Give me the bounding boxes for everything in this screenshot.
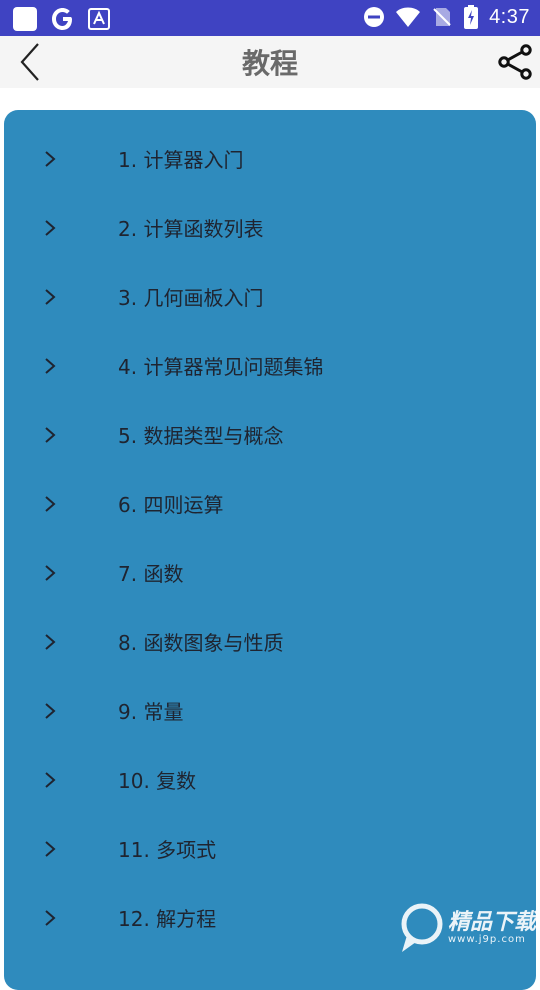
list-item-label: 1. 计算器入门 (118, 144, 243, 173)
list-item[interactable]: 10. 复数 (4, 745, 536, 814)
list-item[interactable]: 11. 多项式 (4, 814, 536, 883)
status-time: 4:37 (489, 6, 530, 29)
watermark-logo-icon (398, 902, 444, 954)
back-button[interactable] (8, 42, 52, 82)
chevron-right-icon (44, 357, 84, 375)
list-item[interactable]: 6. 四则运算 (4, 469, 536, 538)
list-item-label: 3. 几何画板入门 (118, 282, 263, 311)
list-item[interactable]: 7. 函数 (4, 538, 536, 607)
app-square-icon (12, 6, 38, 32)
chevron-right-icon (44, 840, 84, 858)
list-item-label: 6. 四则运算 (118, 489, 223, 518)
battery-charging-icon (463, 5, 479, 29)
list-item-label: 12. 解方程 (118, 903, 216, 932)
wifi-icon (395, 6, 421, 28)
chevron-right-icon (44, 702, 84, 720)
list-item[interactable]: 1. 计算器入门 (4, 124, 536, 193)
do-not-disturb-icon (363, 6, 385, 28)
chevron-right-icon (44, 495, 84, 513)
list-item[interactable]: 2. 计算函数列表 (4, 193, 536, 262)
tutorial-list-panel: 1. 计算器入门 2. 计算函数列表 3. 几何画板入门 4. 计算器常见问题集… (4, 110, 536, 990)
list-item[interactable]: 4. 计算器常见问题集锦 (4, 331, 536, 400)
share-icon (498, 44, 534, 80)
watermark: 精品下载 www.j9p.com (398, 902, 536, 954)
watermark-title: 精品下载 (448, 912, 536, 934)
list-item[interactable]: 3. 几何画板入门 (4, 262, 536, 331)
chevron-right-icon (44, 219, 84, 237)
list-item[interactable]: 5. 数据类型与概念 (4, 400, 536, 469)
status-right-icons: 4:37 (363, 5, 530, 29)
chevron-right-icon (44, 426, 84, 444)
text-a-icon (88, 8, 110, 30)
no-sim-icon (431, 6, 453, 28)
list-item-label: 10. 复数 (118, 765, 196, 794)
page-title: 教程 (0, 36, 540, 88)
google-g-icon (50, 6, 76, 32)
list-item-label: 8. 函数图象与性质 (118, 627, 283, 656)
chevron-left-icon (18, 42, 42, 82)
chevron-right-icon (44, 288, 84, 306)
status-left-icons (12, 6, 110, 32)
watermark-url: www.j9p.com (448, 934, 536, 945)
share-button[interactable] (496, 42, 536, 82)
list-item-label: 2. 计算函数列表 (118, 213, 263, 242)
list-item[interactable]: 8. 函数图象与性质 (4, 607, 536, 676)
chevron-right-icon (44, 564, 84, 582)
list-item-label: 7. 函数 (118, 558, 183, 587)
status-bar: 4:37 (0, 0, 540, 36)
chevron-right-icon (44, 771, 84, 789)
list-item[interactable]: 9. 常量 (4, 676, 536, 745)
chevron-right-icon (44, 633, 84, 651)
app-bar: 教程 (0, 36, 540, 88)
chevron-right-icon (44, 150, 84, 168)
list-item-label: 11. 多项式 (118, 834, 216, 863)
chevron-right-icon (44, 909, 84, 927)
list-item-label: 5. 数据类型与概念 (118, 420, 283, 449)
list-item-label: 4. 计算器常见问题集锦 (118, 351, 323, 380)
list-item-label: 9. 常量 (118, 696, 183, 725)
